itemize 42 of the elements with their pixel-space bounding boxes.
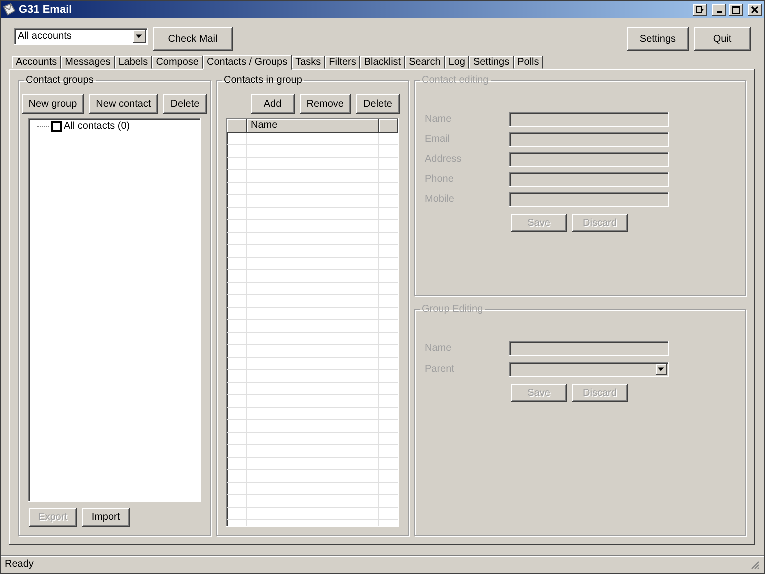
new-group-button[interactable]: New group — [22, 94, 84, 114]
quit-button[interactable]: Quit — [694, 27, 751, 51]
check-mail-button[interactable]: Check Mail — [153, 27, 233, 51]
tab[interactable]: Polls — [514, 56, 544, 69]
tab[interactable]: Search — [405, 56, 445, 69]
group-title: Contact groups — [25, 75, 95, 86]
tab[interactable]: Compose — [152, 56, 203, 69]
account-dropdown[interactable]: All accounts — [14, 28, 148, 45]
tab[interactable]: Blacklist — [360, 56, 406, 69]
resize-grip-icon[interactable] — [750, 560, 760, 570]
envelope-icon — [3, 3, 16, 16]
delete-button[interactable]: Delete — [163, 94, 208, 114]
add-button[interactable]: Add — [250, 94, 295, 114]
status-text: Ready — [5, 559, 35, 570]
checkbox[interactable] — [51, 121, 62, 132]
close-button[interactable] — [748, 4, 762, 16]
tab[interactable]: Contacts / Groups — [203, 55, 292, 70]
new-contact-button[interactable]: New contact — [89, 94, 158, 114]
tray-button[interactable] — [693, 4, 707, 16]
tab[interactable]: Accounts — [12, 56, 62, 69]
tab[interactable]: Log — [444, 56, 470, 69]
window-title: G31 Email — [19, 4, 74, 16]
minimize-icon — [716, 11, 722, 13]
group-title: Contacts in group — [223, 75, 304, 86]
maximize-icon — [732, 6, 740, 14]
minimize-button[interactable] — [712, 4, 726, 16]
group-title: Contact editing — [421, 75, 490, 86]
tab[interactable]: Filters — [325, 56, 360, 69]
close-icon — [751, 6, 759, 14]
tree-item[interactable]: All contacts (0) — [64, 121, 130, 132]
tab[interactable]: Labels — [114, 56, 152, 69]
group-title: Group Editing — [421, 304, 484, 315]
dropdown-arrow-icon[interactable] — [136, 33, 143, 40]
tab[interactable]: Settings — [469, 56, 514, 69]
remove-button[interactable]: Remove — [300, 94, 351, 114]
delete-button[interactable]: Delete — [356, 94, 400, 114]
tab[interactable]: Tasks — [292, 56, 326, 69]
settings-button[interactable]: Settings — [627, 27, 689, 51]
column-header[interactable]: Name — [247, 119, 379, 133]
tab[interactable]: Messages — [61, 56, 115, 69]
import-button[interactable]: Import — [82, 508, 130, 527]
maximize-button[interactable] — [729, 4, 743, 16]
